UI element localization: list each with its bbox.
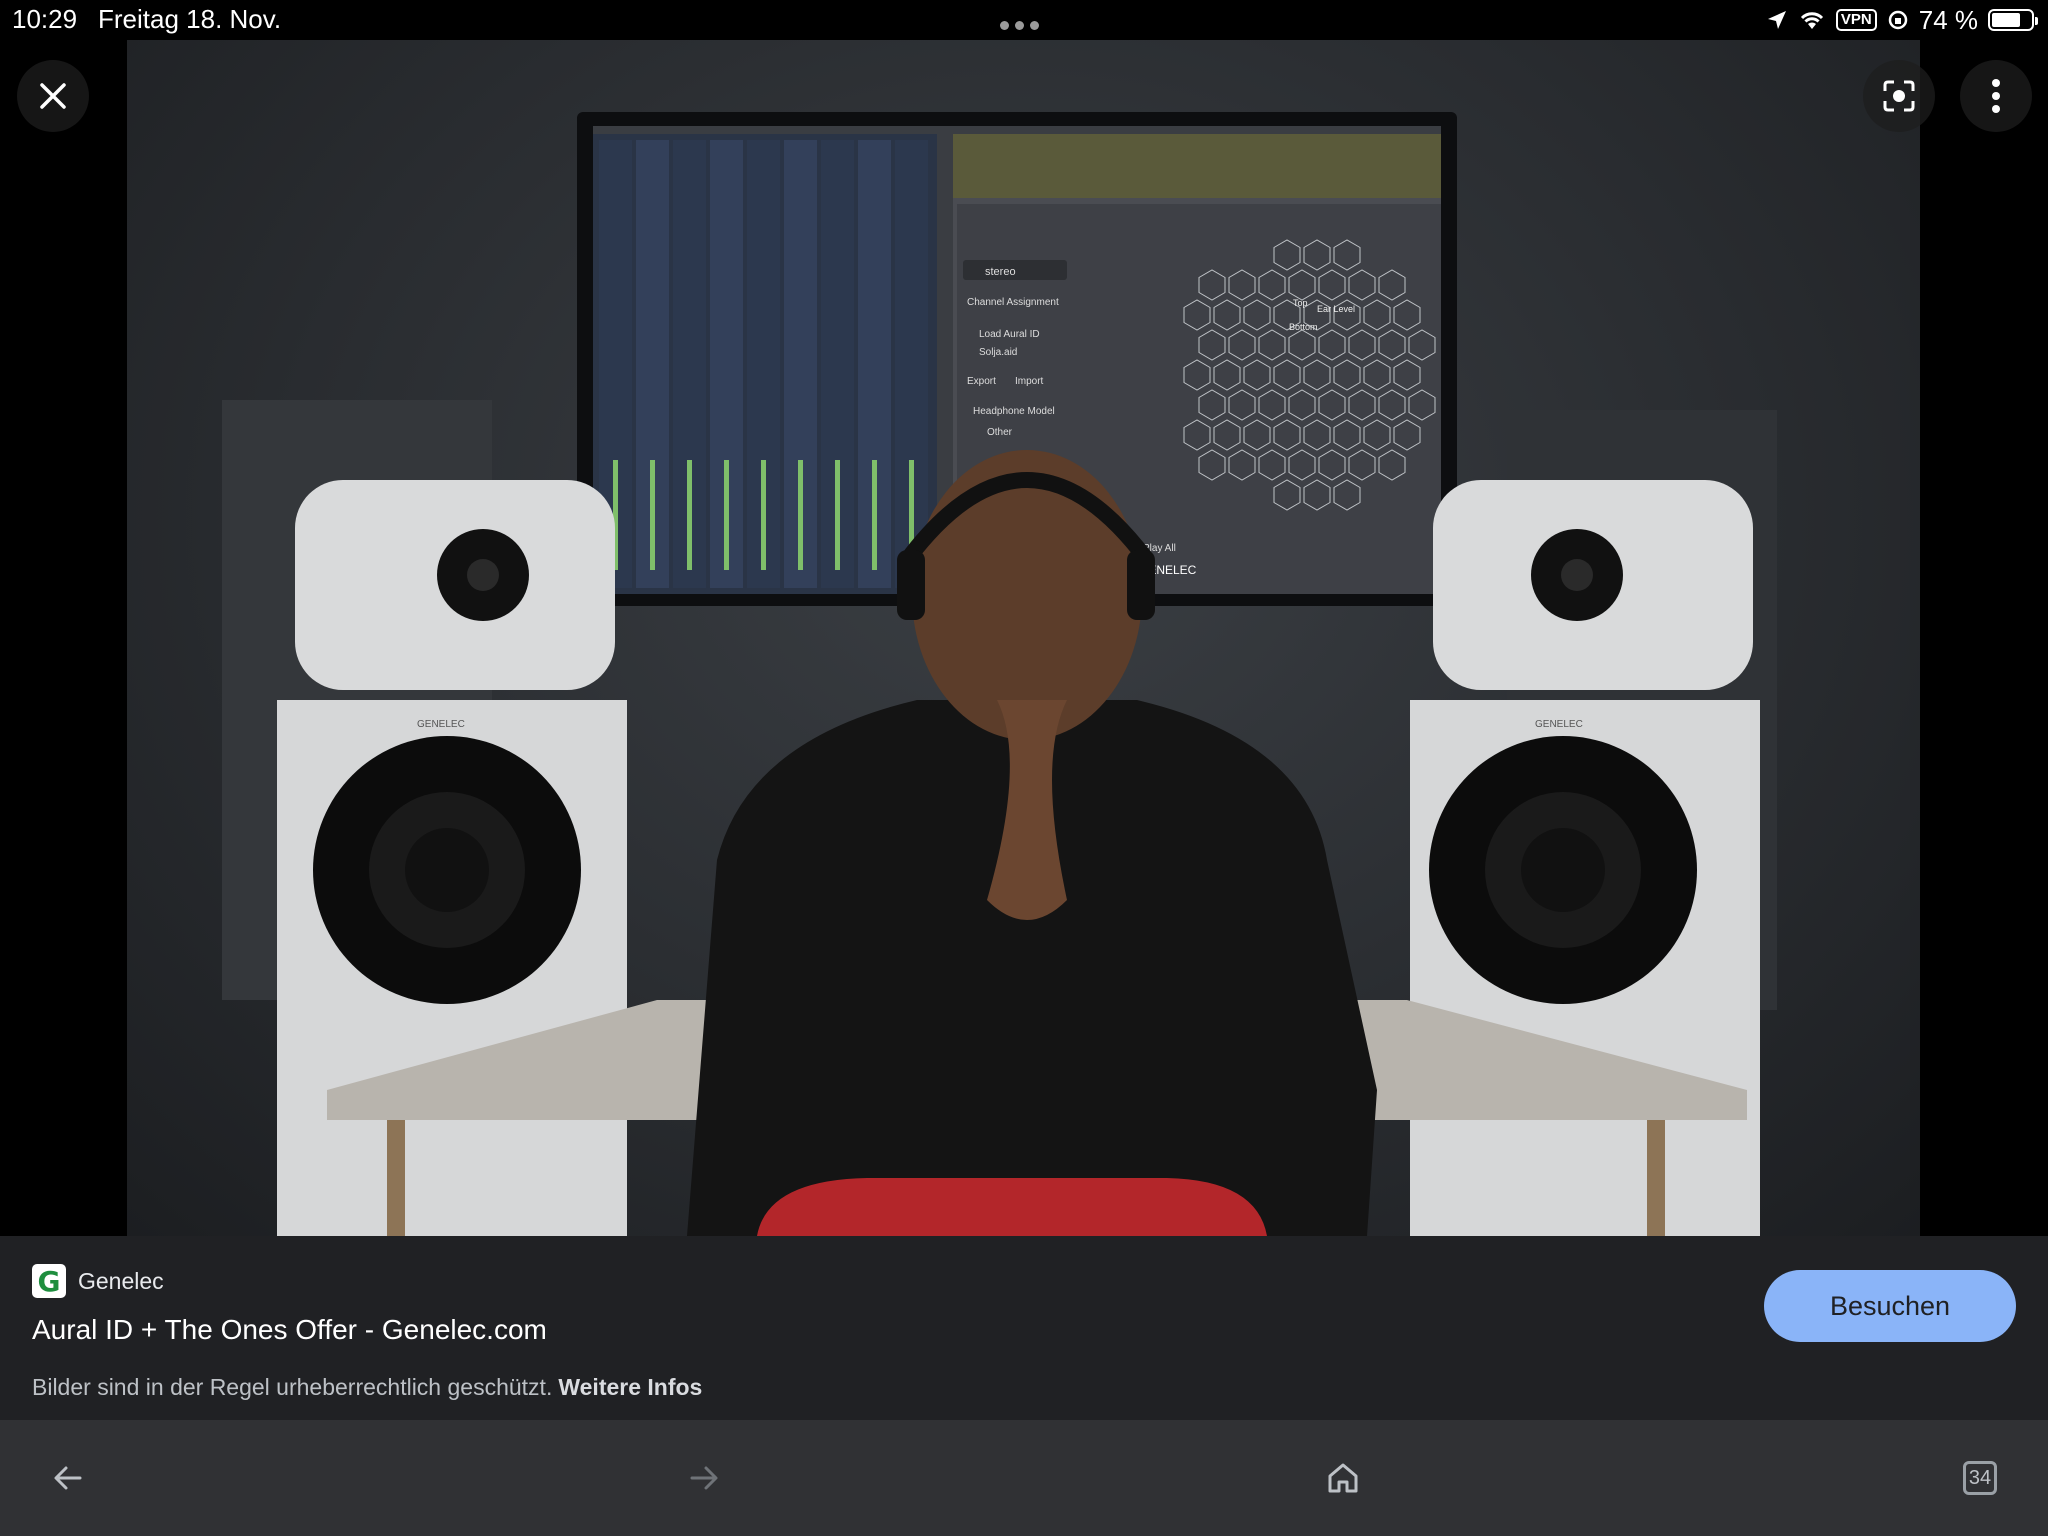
app-ear-level-label: Ear Level xyxy=(1317,304,1355,314)
result-title[interactable]: Aural ID + The Ones Offer - Genelec.com xyxy=(32,1314,547,1346)
app-load-aural-id-label: Load Aural ID xyxy=(979,329,1040,340)
multitasking-dots-icon[interactable] xyxy=(1000,17,1048,30)
arrow-right-icon xyxy=(690,1466,718,1490)
vpn-badge: VPN xyxy=(1835,9,1877,31)
status-bar: 10:29 Freitag 18. Nov. VPN 74 % xyxy=(0,0,2048,40)
wifi-icon xyxy=(1800,12,1823,29)
orientation-lock-icon xyxy=(1888,10,1907,30)
app-import-label: Import xyxy=(1015,376,1044,387)
app-export-label: Export xyxy=(967,376,996,387)
close-icon xyxy=(40,83,66,109)
visit-button[interactable]: Besuchen xyxy=(1764,1270,2016,1342)
mixer-fader xyxy=(872,460,877,570)
location-arrow-icon xyxy=(1767,11,1786,29)
source-logo-letter: G xyxy=(37,1264,61,1298)
mixer-fader xyxy=(724,460,729,570)
app-channel-assignment-label: Channel Assignment xyxy=(967,297,1059,308)
more-vertical-icon xyxy=(1992,79,2000,113)
app-stereo-label: stereo xyxy=(985,266,1016,278)
image-viewer: stereo Channel Assignment Load Aural ID … xyxy=(0,40,2048,1236)
tab-count: 34 xyxy=(1963,1461,1997,1495)
mixer-fader xyxy=(761,460,766,570)
mixer-fader xyxy=(650,460,655,570)
right-speaker-brand: GENELEC xyxy=(1535,719,1583,730)
tabs-button[interactable]: 34 xyxy=(1952,1450,2008,1506)
forward-button[interactable] xyxy=(676,1450,732,1506)
app-file-label: Solja.aid xyxy=(979,347,1017,358)
source-name[interactable]: Genelec xyxy=(78,1268,164,1295)
lens-search-icon xyxy=(1883,80,1915,112)
mixer-fader xyxy=(798,460,803,570)
more-info-link[interactable]: Weitere Infos xyxy=(558,1374,702,1400)
status-date: Freitag 18. Nov. xyxy=(98,4,282,34)
home-button[interactable] xyxy=(1315,1450,1371,1506)
home-icon xyxy=(1328,1463,1358,1493)
bottom-toolbar: 34 xyxy=(0,1420,2048,1536)
mixer-fader xyxy=(835,460,840,570)
arrow-left-icon xyxy=(54,1466,82,1490)
app-top-label: Top xyxy=(1293,298,1308,308)
copyright-text: Bilder sind in der Regel urheberrechtlic… xyxy=(32,1374,553,1400)
app-other-label: Other xyxy=(987,427,1013,438)
back-button[interactable] xyxy=(40,1450,96,1506)
studio-photo-illustration: stereo Channel Assignment Load Aural ID … xyxy=(222,112,1777,1236)
mixer-fader xyxy=(687,460,692,570)
source-logo: G xyxy=(32,1264,66,1298)
status-time: 10:29 xyxy=(12,4,78,34)
more-options-button[interactable] xyxy=(1960,60,2032,132)
battery-percent: 74 % xyxy=(1918,4,1978,35)
battery-icon xyxy=(1988,9,2038,31)
app-bottom-label: Bottom xyxy=(1289,322,1318,332)
app-headphone-model-label: Headphone Model xyxy=(973,406,1055,417)
studio-photo[interactable]: stereo Channel Assignment Load Aural ID … xyxy=(127,40,1920,1236)
lens-search-button[interactable] xyxy=(1863,60,1935,132)
image-info-panel: G Genelec Aural ID + The Ones Offer - Ge… xyxy=(0,1236,2048,1420)
close-button[interactable] xyxy=(17,60,89,132)
copyright-notice: Bilder sind in der Regel urheberrechtlic… xyxy=(32,1374,702,1401)
left-speaker-brand: GENELEC xyxy=(417,719,465,730)
status-indicators: VPN 74 % xyxy=(1766,4,2038,36)
